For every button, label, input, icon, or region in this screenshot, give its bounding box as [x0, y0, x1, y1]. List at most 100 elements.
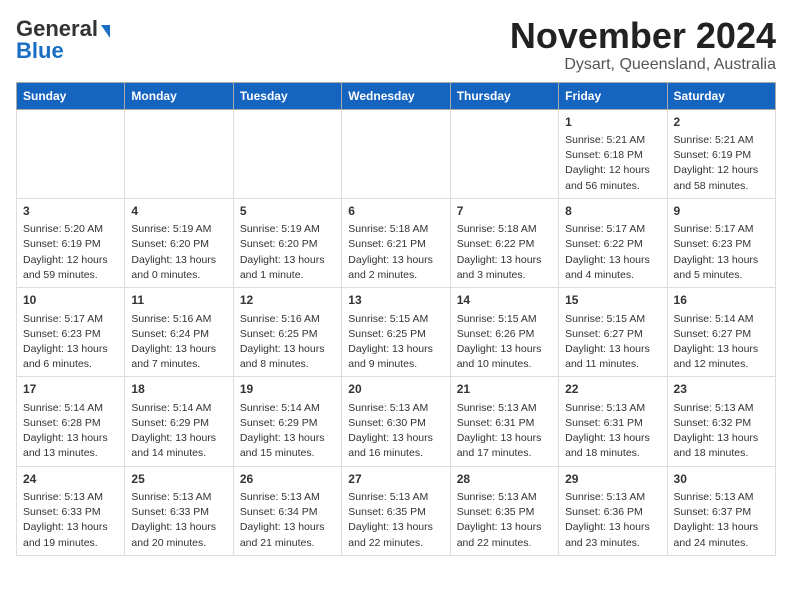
calendar-day-cell: 22 Sunrise: 5:13 AM Sunset: 6:31 PM Dayli…: [559, 377, 667, 466]
day-info: Sunrise: 5:21 AM Sunset: 6:19 PM Dayligh…: [674, 133, 769, 194]
logo: General Blue: [16, 16, 110, 64]
calendar-week-row: 3 Sunrise: 5:20 AM Sunset: 6:19 PM Daylig…: [17, 198, 776, 287]
weekday-header-monday: Monday: [125, 82, 233, 109]
day-info: Sunrise: 5:16 AM Sunset: 6:25 PM Dayligh…: [240, 312, 335, 373]
title-block: November 2024 Dysart, Queensland, Austra…: [510, 16, 776, 74]
calendar-day-cell: 20 Sunrise: 5:13 AM Sunset: 6:30 PM Dayli…: [342, 377, 450, 466]
day-info: Sunrise: 5:15 AM Sunset: 6:27 PM Dayligh…: [565, 312, 660, 373]
calendar-day-cell: 29 Sunrise: 5:13 AM Sunset: 6:36 PM Dayli…: [559, 466, 667, 555]
calendar-day-cell: [342, 109, 450, 198]
calendar-day-cell: 10 Sunrise: 5:17 AM Sunset: 6:23 PM Dayli…: [17, 288, 125, 377]
day-info: Sunrise: 5:13 AM Sunset: 6:31 PM Dayligh…: [565, 401, 660, 462]
day-number: 2: [674, 114, 769, 131]
day-info: Sunrise: 5:17 AM Sunset: 6:22 PM Dayligh…: [565, 222, 660, 283]
day-number: 11: [131, 292, 226, 309]
logo-text-blue: Blue: [16, 38, 64, 64]
day-number: 7: [457, 203, 552, 220]
calendar-day-cell: 13Sunrise: 5:15 AM Sunset: 6:25 PM Dayli…: [342, 288, 450, 377]
day-info: Sunrise: 5:20 AM Sunset: 6:19 PM Dayligh…: [23, 222, 118, 283]
calendar-day-cell: 21 Sunrise: 5:13 AM Sunset: 6:31 PM Dayli…: [450, 377, 558, 466]
weekday-header-sunday: Sunday: [17, 82, 125, 109]
calendar-day-cell: [233, 109, 341, 198]
day-info: Sunrise: 5:15 AM Sunset: 6:25 PM Dayligh…: [348, 312, 443, 373]
calendar-day-cell: 27 Sunrise: 5:13 AM Sunset: 6:35 PM Dayli…: [342, 466, 450, 555]
day-info: Sunrise: 5:17 AM Sunset: 6:23 PM Dayligh…: [674, 222, 769, 283]
location-subtitle: Dysart, Queensland, Australia: [510, 56, 776, 74]
day-info: Sunrise: 5:14 AM Sunset: 6:27 PM Dayligh…: [674, 312, 769, 373]
calendar-day-cell: 23Sunrise: 5:13 AM Sunset: 6:32 PM Dayli…: [667, 377, 775, 466]
day-number: 28: [457, 471, 552, 488]
day-info: Sunrise: 5:15 AM Sunset: 6:26 PM Dayligh…: [457, 312, 552, 373]
day-info: Sunrise: 5:13 AM Sunset: 6:35 PM Dayligh…: [348, 490, 443, 551]
day-info: Sunrise: 5:16 AM Sunset: 6:24 PM Dayligh…: [131, 312, 226, 373]
calendar-day-cell: 11 Sunrise: 5:16 AM Sunset: 6:24 PM Dayli…: [125, 288, 233, 377]
day-number: 19: [240, 381, 335, 398]
day-info: Sunrise: 5:13 AM Sunset: 6:33 PM Dayligh…: [131, 490, 226, 551]
calendar-week-row: 1 Sunrise: 5:21 AM Sunset: 6:18 PM Daylig…: [17, 109, 776, 198]
calendar-week-row: 10 Sunrise: 5:17 AM Sunset: 6:23 PM Dayli…: [17, 288, 776, 377]
calendar-week-row: 24Sunrise: 5:13 AM Sunset: 6:33 PM Dayli…: [17, 466, 776, 555]
day-number: 27: [348, 471, 443, 488]
calendar-day-cell: 25 Sunrise: 5:13 AM Sunset: 6:33 PM Dayli…: [125, 466, 233, 555]
day-info: Sunrise: 5:19 AM Sunset: 6:20 PM Dayligh…: [131, 222, 226, 283]
calendar-day-cell: [125, 109, 233, 198]
day-number: 12: [240, 292, 335, 309]
calendar-day-cell: [17, 109, 125, 198]
calendar-day-cell: 15 Sunrise: 5:15 AM Sunset: 6:27 PM Dayli…: [559, 288, 667, 377]
weekday-header-friday: Friday: [559, 82, 667, 109]
day-number: 18: [131, 381, 226, 398]
day-info: Sunrise: 5:13 AM Sunset: 6:36 PM Dayligh…: [565, 490, 660, 551]
day-number: 15: [565, 292, 660, 309]
page-header: General Blue November 2024 Dysart, Queen…: [16, 16, 776, 74]
calendar-day-cell: [450, 109, 558, 198]
day-number: 21: [457, 381, 552, 398]
calendar-day-cell: 2 Sunrise: 5:21 AM Sunset: 6:19 PM Daylig…: [667, 109, 775, 198]
calendar-day-cell: 7 Sunrise: 5:18 AM Sunset: 6:22 PM Daylig…: [450, 198, 558, 287]
weekday-header-saturday: Saturday: [667, 82, 775, 109]
calendar-day-cell: 5 Sunrise: 5:19 AM Sunset: 6:20 PM Daylig…: [233, 198, 341, 287]
day-number: 26: [240, 471, 335, 488]
calendar-day-cell: 4 Sunrise: 5:19 AM Sunset: 6:20 PM Daylig…: [125, 198, 233, 287]
day-info: Sunrise: 5:13 AM Sunset: 6:30 PM Dayligh…: [348, 401, 443, 462]
day-number: 3: [23, 203, 118, 220]
day-number: 25: [131, 471, 226, 488]
weekday-header-tuesday: Tuesday: [233, 82, 341, 109]
day-info: Sunrise: 5:13 AM Sunset: 6:34 PM Dayligh…: [240, 490, 335, 551]
calendar-day-cell: 28Sunrise: 5:13 AM Sunset: 6:35 PM Dayli…: [450, 466, 558, 555]
calendar-day-cell: 8 Sunrise: 5:17 AM Sunset: 6:22 PM Daylig…: [559, 198, 667, 287]
day-number: 16: [674, 292, 769, 309]
day-info: Sunrise: 5:19 AM Sunset: 6:20 PM Dayligh…: [240, 222, 335, 283]
calendar-day-cell: 26 Sunrise: 5:13 AM Sunset: 6:34 PM Dayli…: [233, 466, 341, 555]
calendar-day-cell: 12 Sunrise: 5:16 AM Sunset: 6:25 PM Dayli…: [233, 288, 341, 377]
day-info: Sunrise: 5:13 AM Sunset: 6:31 PM Dayligh…: [457, 401, 552, 462]
day-number: 9: [674, 203, 769, 220]
day-number: 6: [348, 203, 443, 220]
day-number: 4: [131, 203, 226, 220]
calendar-day-cell: 9 Sunrise: 5:17 AM Sunset: 6:23 PM Daylig…: [667, 198, 775, 287]
day-number: 8: [565, 203, 660, 220]
day-number: 20: [348, 381, 443, 398]
day-number: 10: [23, 292, 118, 309]
day-info: Sunrise: 5:17 AM Sunset: 6:23 PM Dayligh…: [23, 312, 118, 373]
day-info: Sunrise: 5:13 AM Sunset: 6:37 PM Dayligh…: [674, 490, 769, 551]
day-number: 1: [565, 114, 660, 131]
calendar-day-cell: 18Sunrise: 5:14 AM Sunset: 6:29 PM Dayli…: [125, 377, 233, 466]
day-number: 5: [240, 203, 335, 220]
day-info: Sunrise: 5:21 AM Sunset: 6:18 PM Dayligh…: [565, 133, 660, 194]
day-info: Sunrise: 5:14 AM Sunset: 6:29 PM Dayligh…: [240, 401, 335, 462]
day-number: 17: [23, 381, 118, 398]
calendar-day-cell: 1 Sunrise: 5:21 AM Sunset: 6:18 PM Daylig…: [559, 109, 667, 198]
day-info: Sunrise: 5:18 AM Sunset: 6:21 PM Dayligh…: [348, 222, 443, 283]
calendar-day-cell: 3 Sunrise: 5:20 AM Sunset: 6:19 PM Daylig…: [17, 198, 125, 287]
day-info: Sunrise: 5:13 AM Sunset: 6:33 PM Dayligh…: [23, 490, 118, 551]
logo-arrow-icon: [101, 25, 110, 38]
calendar-day-cell: 16 Sunrise: 5:14 AM Sunset: 6:27 PM Dayli…: [667, 288, 775, 377]
weekday-header-thursday: Thursday: [450, 82, 558, 109]
day-info: Sunrise: 5:14 AM Sunset: 6:28 PM Dayligh…: [23, 401, 118, 462]
calendar-day-cell: 19 Sunrise: 5:14 AM Sunset: 6:29 PM Dayli…: [233, 377, 341, 466]
day-info: Sunrise: 5:18 AM Sunset: 6:22 PM Dayligh…: [457, 222, 552, 283]
calendar-table: SundayMondayTuesdayWednesdayThursdayFrid…: [16, 82, 776, 556]
day-number: 29: [565, 471, 660, 488]
day-number: 22: [565, 381, 660, 398]
calendar-day-cell: 6 Sunrise: 5:18 AM Sunset: 6:21 PM Daylig…: [342, 198, 450, 287]
